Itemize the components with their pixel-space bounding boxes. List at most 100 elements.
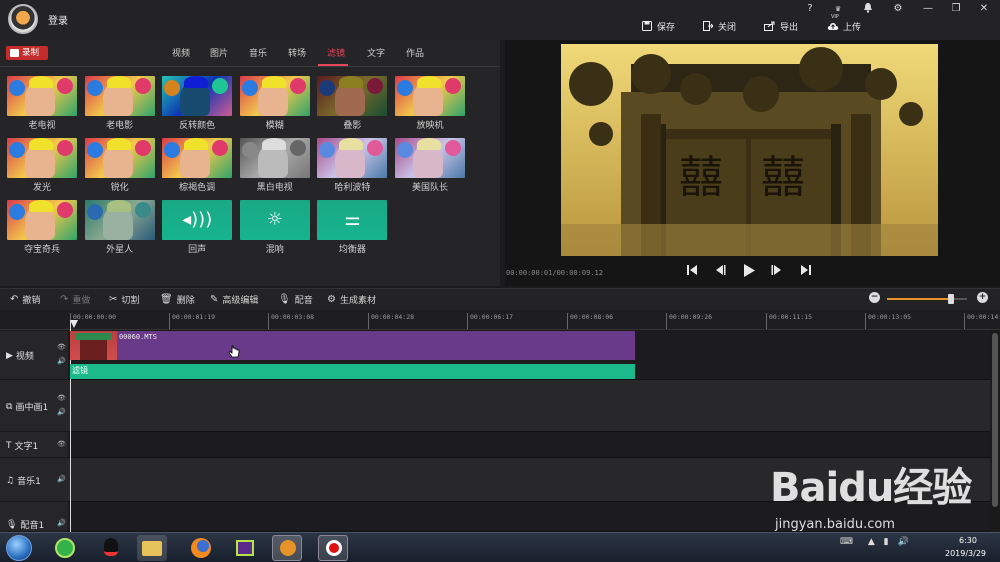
skip-to-start-icon[interactable] (685, 264, 699, 280)
save-button[interactable]: 保存 (641, 19, 675, 33)
speaker-icon[interactable]: 🔊 (57, 408, 66, 416)
video-clip[interactable]: 00060.MTS (70, 331, 635, 360)
speaker-icon[interactable]: 🔊 (57, 475, 66, 483)
close-window-icon[interactable]: ✕ (974, 2, 994, 16)
start-button-icon[interactable] (6, 535, 32, 561)
clock-date[interactable]: 2019/3/29 (938, 549, 993, 558)
filter-thumbnail[interactable] (7, 200, 77, 240)
track-pip-text: 画中画1 (15, 403, 49, 413)
next-frame-icon[interactable] (770, 264, 784, 280)
playhead-marker[interactable] (70, 320, 78, 328)
filter-track-bar[interactable]: 滤镜 (70, 364, 635, 379)
dubbing-label: 配音 (294, 296, 313, 306)
skip-to-end-icon[interactable] (799, 264, 813, 280)
close-project-icon (702, 20, 714, 32)
filter-thumbnail[interactable] (7, 76, 77, 116)
filter-label: 老电视 (28, 121, 56, 131)
volume-icon[interactable]: 🔊 (898, 537, 909, 547)
zoom-slider[interactable] (887, 294, 967, 304)
export-button[interactable]: 导出 (764, 19, 798, 33)
taskbar-video-editor-icon[interactable] (272, 535, 302, 561)
record-button[interactable]: 录制 (6, 46, 48, 60)
balloon-shape (86, 80, 103, 96)
eye-icon[interactable]: 👁 (57, 343, 66, 351)
tab-transition[interactable]: 转场 (282, 46, 312, 62)
speaker-icon[interactable]: 🔊 (57, 357, 66, 365)
balloon-shape (445, 78, 461, 94)
filter-thumbnail[interactable] (239, 138, 310, 178)
filter-bar-label: 滤镜 (72, 366, 88, 375)
generate-material-button[interactable]: ⚙ 生成素材 (327, 293, 376, 306)
filter-thumbnail[interactable] (317, 138, 388, 178)
network-icon[interactable]: ▮ (884, 537, 889, 547)
zoom-out-icon[interactable]: − (869, 292, 880, 303)
record-label: 录制 (22, 48, 40, 58)
taskbar-media-app-icon[interactable] (230, 535, 260, 561)
close-project-button[interactable]: 关闭 (702, 19, 736, 33)
hat-shape (106, 138, 131, 150)
eye-icon[interactable]: 👁 (57, 440, 66, 448)
minimize-icon[interactable]: — (918, 2, 938, 16)
filter-thumbnail[interactable] (239, 76, 310, 116)
tab-image[interactable]: 图片 (204, 46, 234, 62)
maximize-icon[interactable]: ❐ (946, 2, 966, 16)
filter-label: 美国队长 (411, 183, 448, 193)
taskbar-browser-360-icon[interactable] (50, 535, 80, 561)
music-note-icon: ♫ (6, 475, 15, 486)
filter-thumbnail[interactable] (317, 76, 388, 116)
track-body-pip[interactable] (68, 380, 990, 432)
save-label: 保存 (657, 22, 676, 33)
taskbar-explorer-icon[interactable] (137, 535, 167, 561)
upload-button[interactable]: 上传 (827, 19, 861, 33)
eye-icon[interactable]: 👁 (57, 394, 66, 402)
filter-thumbnail[interactable] (162, 76, 233, 116)
filter-thumbnail[interactable] (395, 138, 465, 178)
tab-music[interactable]: 音乐 (243, 46, 273, 62)
help-icon[interactable]: ? (800, 2, 820, 16)
filter-thumbnail[interactable] (162, 138, 233, 178)
zoom-slider-handle[interactable] (948, 294, 954, 304)
login-link[interactable]: 登录 (48, 12, 68, 27)
film-reel-icon: ⚙ (327, 294, 336, 305)
delete-button[interactable]: 🗑 删除 (160, 293, 195, 306)
ruler-tick: 00:00:08:06 (567, 313, 613, 329)
video-track-icon: ▶ (6, 350, 13, 361)
filter-thumbnail[interactable]: ◂))) (162, 200, 233, 240)
user-avatar[interactable] (8, 4, 38, 34)
tab-text[interactable]: 文字 (361, 46, 391, 62)
tab-filter[interactable]: 滤镜 (321, 46, 351, 62)
keyboard-icon[interactable]: ⌨ (840, 537, 853, 547)
filter-thumbnail[interactable] (84, 76, 155, 116)
tab-works[interactable]: 作品 (400, 46, 430, 62)
advanced-edit-button[interactable]: ✎ 高级编辑 (210, 293, 258, 306)
zoom-in-icon[interactable]: + (977, 292, 988, 303)
filter-label: 夺宝奇兵 (23, 245, 60, 255)
play-icon[interactable] (742, 264, 756, 280)
balloon-shape (397, 142, 413, 158)
taskbar-recorder-icon[interactable] (318, 535, 348, 561)
filter-thumbnail[interactable]: ⚌ (317, 200, 388, 240)
taskbar-qq-icon[interactable] (96, 535, 126, 561)
filter-thumbnail[interactable] (395, 76, 465, 116)
filter-thumbnail[interactable]: ☼ (239, 200, 310, 240)
track-header-voice: 🎙 配音1 🔊 (0, 502, 68, 532)
tab-video[interactable]: 视频 (166, 46, 196, 62)
balloon-shape (289, 78, 306, 94)
notification-bell-icon[interactable] (858, 2, 878, 16)
taskbar-firefox-icon[interactable] (186, 535, 216, 561)
previous-frame-icon[interactable] (713, 264, 727, 280)
show-hidden-icons-icon[interactable]: ▲ (868, 537, 875, 547)
filter-thumbnail[interactable] (84, 200, 155, 240)
zoom-slider-fill (887, 298, 951, 300)
vip-icon[interactable]: ♛ VIP (828, 2, 848, 20)
balloon-shape (241, 80, 258, 96)
clock-time[interactable]: 6:30 (948, 536, 988, 545)
filter-thumbnail[interactable] (7, 138, 77, 178)
undo-button[interactable]: ↶ 撤销 (10, 293, 40, 306)
cut-button[interactable]: ✂ 切割 (109, 293, 139, 306)
redo-button[interactable]: ↷ 重做 (60, 293, 90, 306)
dubbing-button[interactable]: 🎙 配音 (278, 293, 313, 306)
filter-thumbnail[interactable] (84, 138, 155, 178)
speaker-icon[interactable]: 🔊 (57, 519, 66, 527)
settings-gear-icon[interactable]: ⚙ (888, 2, 908, 16)
